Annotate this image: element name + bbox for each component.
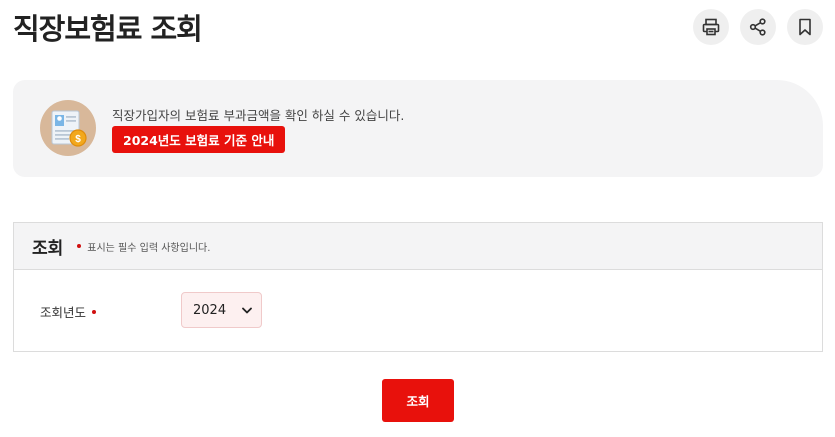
required-marker-icon xyxy=(92,309,97,314)
form-row-year: 조회년도 2024 xyxy=(14,270,822,352)
required-marker-icon xyxy=(77,244,82,248)
info-panel: $ 직장가입자의 보험료 부과금액을 확인 하실 수 있습니다. 2024년도 … xyxy=(13,80,823,177)
bookmark-icon xyxy=(799,18,811,36)
guide-link-button[interactable]: 2024년도 보험료 기준 안내 xyxy=(112,126,286,153)
page-title: 직장보험료 조회 xyxy=(13,12,203,46)
printer-icon xyxy=(702,18,720,36)
info-description: 직장가입자의 보험료 부과금액을 확인 하실 수 있습니다. xyxy=(112,108,405,123)
form-title: 조회 xyxy=(32,238,64,259)
bookmark-button[interactable] xyxy=(787,9,823,45)
year-field-label: 조회년도 xyxy=(40,302,97,321)
chevron-down-icon xyxy=(242,307,252,313)
form-header: 조회 표시는 필수 입력 사항입니다. xyxy=(14,223,822,270)
year-label-text: 조회년도 xyxy=(40,305,87,320)
svg-text:$: $ xyxy=(75,134,81,145)
required-note: 표시는 필수 입력 사항입니다. xyxy=(87,242,211,254)
search-button[interactable]: 조회 xyxy=(382,379,454,422)
print-button[interactable] xyxy=(693,9,729,45)
year-select[interactable]: 2024 xyxy=(181,292,262,328)
year-select-value: 2024 xyxy=(193,302,227,318)
share-button[interactable] xyxy=(740,9,776,45)
search-form: 조회 표시는 필수 입력 사항입니다. 조회년도 2024 xyxy=(13,222,823,352)
share-icon xyxy=(749,18,766,36)
id-card-coin-icon: $ xyxy=(40,100,96,156)
